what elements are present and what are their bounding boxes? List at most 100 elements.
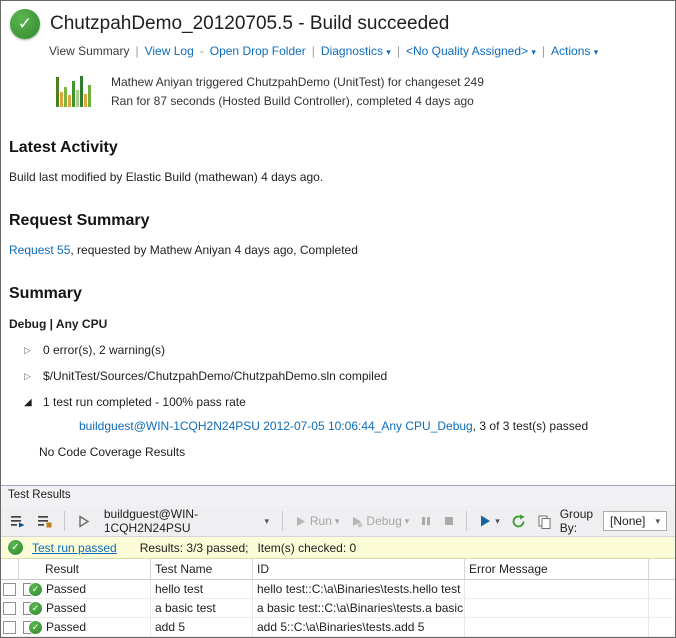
test-run-list-button[interactable] — [7, 511, 29, 531]
header-id[interactable]: ID — [253, 559, 465, 579]
build-nav: View Summary | View Log - Open Drop Fold… — [49, 44, 675, 58]
test-id-value: add 5::C:\a\Binaries\tests.add 5 — [253, 618, 465, 636]
play-icon — [294, 515, 307, 528]
table-row[interactable]: ✓ Passed add 5 add 5::C:\a\Binaries\test… — [1, 618, 675, 637]
error-message-value — [465, 618, 649, 636]
nav-diagnostics[interactable]: Diagnostics ▾ — [321, 44, 391, 58]
page-title: ChutzpahDemo_20120705.5 - Build succeede… — [50, 13, 449, 35]
build-duration-chart-icon — [56, 71, 100, 107]
test-controller-combo[interactable]: buildguest@WIN-1CQH2N24PSU ▾ — [99, 505, 274, 537]
test-passed-icon: ✓ — [23, 621, 42, 634]
build-configuration: Debug | Any CPU — [9, 317, 675, 331]
request-summary-line: Request 55, requested by Mathew Aniyan 4… — [9, 243, 675, 257]
run-settings-button[interactable]: ▾ — [475, 512, 503, 530]
nav-separator: | — [397, 44, 400, 58]
nav-view-log[interactable]: View Log — [145, 44, 194, 58]
build-succeeded-icon: ✓ — [10, 9, 40, 39]
test-name-value: a basic test — [151, 599, 253, 617]
list-icon — [37, 513, 53, 529]
test-results-panel-title: Test Results — [1, 486, 675, 506]
table-row[interactable]: ✓ Passed hello test hello test::C:\a\Bin… — [1, 580, 675, 599]
trigger-line-1: Mathew Aniyan triggered ChutzpahDemo (Un… — [111, 73, 484, 92]
debug-button[interactable]: Debug ▾ — [347, 512, 412, 530]
testrun-text: 1 test run completed - 100% pass rate — [43, 395, 246, 409]
header-checkbox-column[interactable] — [1, 559, 19, 579]
request-link[interactable]: Request 55 — [9, 243, 70, 257]
summary-item-compiled: ▷ $/UnitTest/Sources/ChutzpahDemo/Chutzp… — [24, 369, 675, 383]
trigger-line-2: Ran for 87 seconds (Hosted Build Control… — [111, 92, 484, 111]
test-id-value: hello test::C:\a\Binaries\tests.hello te… — [253, 580, 465, 598]
group-by-section: Group By: [None] ▾ — [560, 507, 669, 535]
test-name-value: hello test — [151, 580, 253, 598]
header-result[interactable]: Result — [19, 559, 151, 579]
test-run-passed-link[interactable]: Test run passed — [32, 541, 117, 555]
nav-separator: | — [312, 44, 315, 58]
result-value: Passed — [46, 601, 86, 615]
error-message-value — [465, 580, 649, 598]
grid-header-row: Result Test Name ID Error Message — [1, 559, 675, 580]
stop-button[interactable] — [440, 513, 458, 529]
run-button[interactable]: Run ▾ — [291, 512, 343, 530]
header-error-message[interactable]: Error Message — [465, 559, 649, 579]
build-title-row: ✓ ChutzpahDemo_20120705.5 - Build succee… — [1, 1, 675, 39]
group-by-combo[interactable]: [None] ▾ — [603, 511, 667, 531]
test-name-value: add 5 — [151, 618, 253, 636]
rerun-button[interactable] — [508, 512, 529, 531]
expander-collapsed-icon[interactable]: ▷ — [24, 345, 34, 356]
toolbar-separator — [64, 511, 65, 531]
debug-label: Debug — [366, 514, 401, 528]
nav-separator: | — [135, 44, 138, 58]
nav-quality-dropdown[interactable]: <No Quality Assigned> ▾ — [406, 44, 536, 58]
nav-separator: | — [542, 44, 545, 58]
run-selected-button[interactable] — [73, 512, 94, 531]
run-label: Run — [310, 514, 332, 528]
refresh-icon — [511, 514, 526, 529]
group-by-label: Group By: — [560, 507, 596, 535]
chevron-down-icon: ▾ — [335, 516, 340, 527]
summary-item-testrun: ◢ 1 test run completed - 100% pass rate — [24, 395, 675, 409]
row-checkbox[interactable] — [3, 602, 16, 615]
test-results-grid: Result Test Name ID Error Message ✓ Pass… — [1, 559, 675, 637]
summary-heading: Summary — [9, 285, 675, 303]
row-checkbox[interactable] — [3, 583, 16, 596]
compiled-text: $/UnitTest/Sources/ChutzpahDemo/Chutzpah… — [43, 369, 387, 383]
toolbar-separator — [466, 511, 467, 531]
nav-actions[interactable]: Actions ▾ — [551, 44, 598, 58]
nav-view-summary[interactable]: View Summary — [49, 44, 129, 58]
testrun-link[interactable]: buildguest@WIN-1CQH2N24PSU 2012-07-05 10… — [79, 419, 473, 433]
build-trigger-text: Mathew Aniyan triggered ChutzpahDemo (Un… — [111, 71, 484, 111]
request-summary-heading: Request Summary — [9, 212, 675, 230]
latest-activity-text: Build last modified by Elastic Build (ma… — [9, 170, 675, 184]
chevron-down-icon: ▾ — [495, 516, 500, 527]
build-summary-view: ✓ ChutzpahDemo_20120705.5 - Build succee… — [1, 1, 675, 485]
latest-activity-heading: Latest Activity — [9, 139, 675, 157]
pause-button[interactable] — [417, 513, 435, 529]
header-test-name[interactable]: Test Name — [151, 559, 253, 579]
expander-collapsed-icon[interactable]: ▷ — [24, 371, 34, 382]
test-id-value: a basic test::C:\a\Binaries\tests.a basi… — [253, 599, 465, 617]
test-controller-value: buildguest@WIN-1CQH2N24PSU — [104, 507, 258, 535]
summary-item-warnings: ▷ 0 error(s), 2 warning(s) — [24, 343, 675, 357]
header-filler — [649, 559, 675, 579]
row-checkbox[interactable] — [3, 621, 16, 634]
toolbar-separator — [282, 511, 283, 531]
export-button[interactable] — [534, 512, 555, 531]
test-run-passed-icon: ✓ — [8, 540, 23, 555]
test-list-button[interactable] — [34, 511, 56, 531]
nav-separator: - — [200, 44, 204, 58]
run-outline-icon — [76, 514, 91, 529]
table-row[interactable]: ✓ Passed a basic test a basic test::C:\a… — [1, 599, 675, 618]
chevron-down-icon: ▾ — [386, 47, 391, 57]
test-results-toolbar: buildguest@WIN-1CQH2N24PSU ▾ Run ▾ Debug… — [1, 506, 675, 537]
copy-icon — [537, 514, 552, 529]
test-run-status-bar: ✓ Test run passed Results: 3/3 passed; I… — [1, 537, 675, 559]
chevron-down-icon: ▾ — [655, 516, 660, 527]
expander-expanded-icon[interactable]: ◢ — [24, 397, 34, 408]
pause-icon — [420, 515, 432, 527]
build-summary-window: ✓ ChutzpahDemo_20120705.5 - Build succee… — [0, 0, 676, 638]
items-checked-text: Item(s) checked: 0 — [257, 541, 356, 555]
group-by-value: [None] — [610, 514, 645, 528]
debug-play-icon — [350, 515, 363, 528]
chevron-down-icon: ▾ — [405, 516, 410, 527]
nav-open-drop-folder[interactable]: Open Drop Folder — [210, 44, 306, 58]
